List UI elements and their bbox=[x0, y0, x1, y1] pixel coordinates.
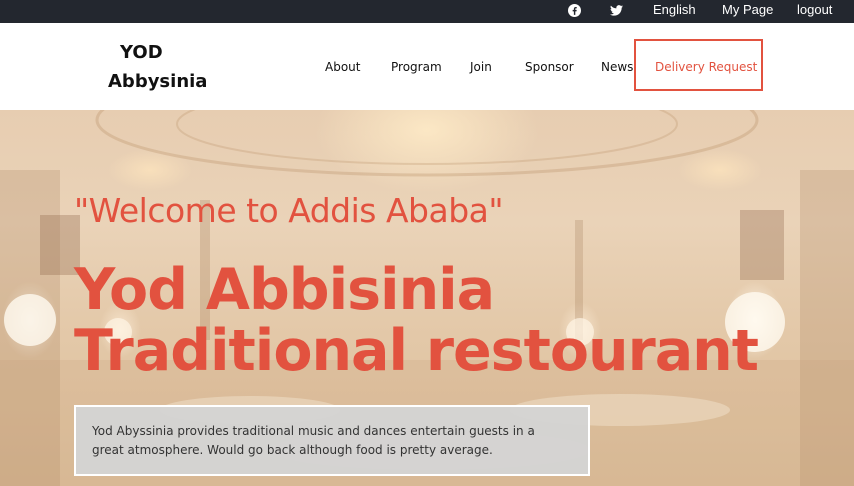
logo-line-1[interactable]: YOD bbox=[120, 42, 163, 63]
nav-delivery-label: Delivery Request bbox=[655, 60, 758, 74]
my-page-link[interactable]: My Page bbox=[722, 0, 773, 23]
nav-news[interactable]: News bbox=[601, 60, 633, 74]
site-header: YOD Abbysinia About Program Join Sponsor… bbox=[0, 23, 854, 110]
logout-link[interactable]: logout bbox=[797, 0, 832, 23]
nav-about[interactable]: About bbox=[325, 60, 360, 74]
facebook-icon[interactable] bbox=[567, 0, 581, 20]
nav-program[interactable]: Program bbox=[391, 60, 442, 74]
hero-section: "Welcome to Addis Ababa" Yod Abbisinia T… bbox=[0, 110, 854, 486]
twitter-icon[interactable] bbox=[609, 0, 623, 20]
hero-description-box: Yod Abyssinia provides traditional music… bbox=[74, 405, 590, 476]
nav-sponsor[interactable]: Sponsor bbox=[525, 60, 574, 74]
language-link[interactable]: English bbox=[653, 0, 696, 23]
hero-subtitle: "Welcome to Addis Ababa" bbox=[74, 191, 504, 230]
logo-line-2[interactable]: Abbysinia bbox=[108, 71, 207, 92]
hero-title: Yod Abbisinia Traditional restourant bbox=[74, 257, 759, 384]
nav-join[interactable]: Join bbox=[470, 60, 492, 74]
hero-description: Yod Abyssinia provides traditional music… bbox=[92, 424, 535, 457]
top-bar: English My Page logout bbox=[0, 0, 854, 23]
nav-delivery-request[interactable]: Delivery Request bbox=[634, 39, 763, 91]
